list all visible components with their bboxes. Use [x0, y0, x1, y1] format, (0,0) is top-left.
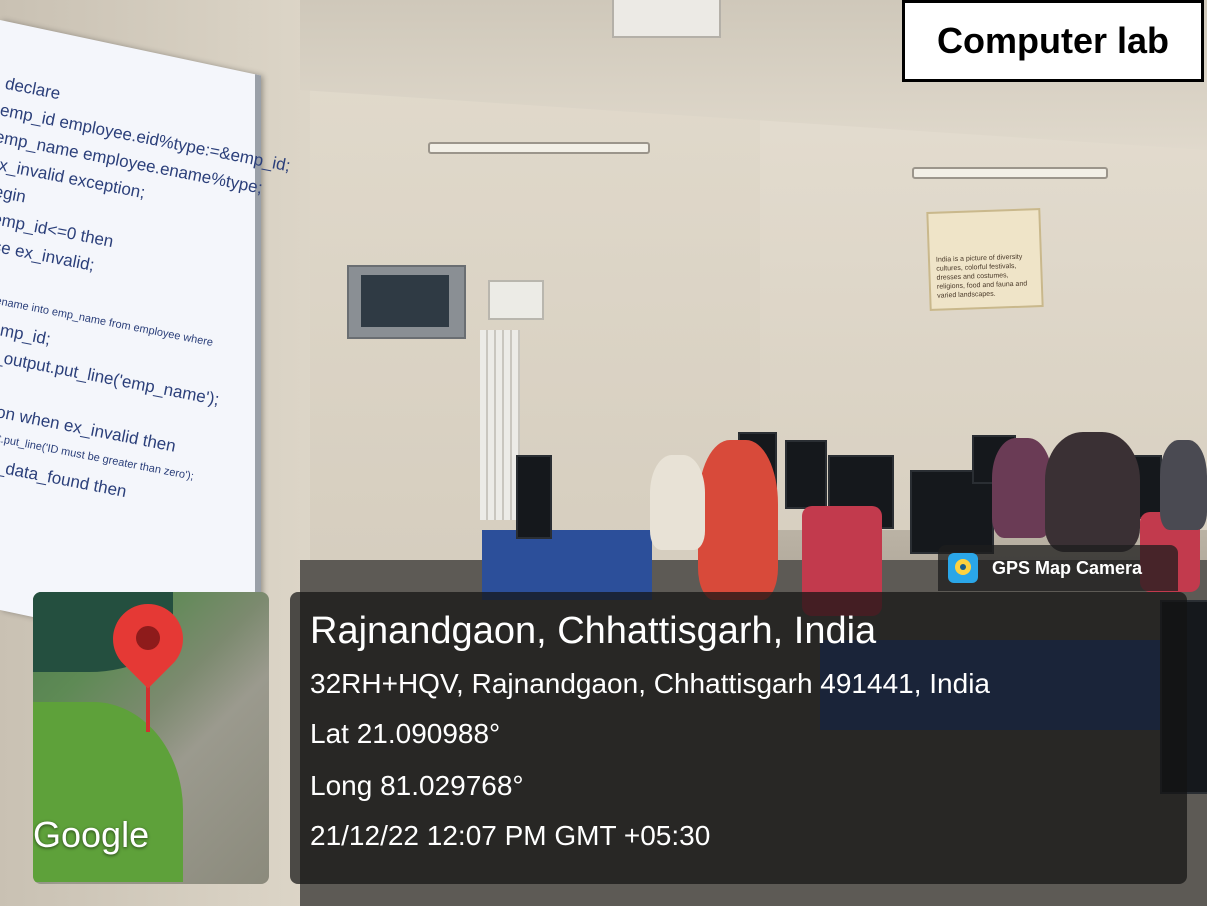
longitude: Long 81.029768° [310, 770, 524, 801]
timestamp: 21/12/22 12:07 PM GMT +05:30 [310, 820, 711, 851]
student [698, 440, 778, 600]
gps-app-name: GPS Map Camera [992, 557, 1143, 578]
place-name: Rajnandgaon, Chhattisgarh, India [310, 610, 877, 652]
gps-map-camera-icon [948, 553, 978, 583]
network-rack [347, 265, 466, 339]
student [650, 455, 705, 550]
student [1160, 440, 1207, 530]
map-thumbnail: Google [33, 592, 269, 884]
wall-poster: India is a picture of diversity cultures… [926, 208, 1044, 311]
location-label-text: Computer lab [936, 20, 1169, 61]
desk [482, 530, 652, 600]
gps-app-tag: GPS Map Camera [938, 545, 1178, 591]
student [1045, 432, 1140, 552]
tube-light [428, 142, 650, 154]
latitude: Lat 21.090988° [310, 718, 501, 749]
monitor [516, 455, 552, 539]
monitor [785, 440, 827, 509]
electrical-box [488, 280, 544, 320]
gps-info-panel: Rajnandgaon, Chhattisgarh, India 32RH+HQ… [290, 592, 1187, 884]
student [992, 438, 1052, 538]
map-pin-dot [136, 626, 160, 650]
address: 32RH+HQV, Rajnandgaon, Chhattisgarh 4914… [310, 668, 990, 699]
tube-light [912, 167, 1108, 179]
map-logo: Google [33, 814, 150, 855]
ceiling-projector [612, 0, 721, 38]
cable-conduits [480, 330, 520, 520]
photo-scene: India is a picture of diversity cultures… [0, 0, 1207, 906]
location-label: Computer lab [902, 0, 1204, 82]
poster-text: India is a picture of diversity cultures… [935, 253, 1028, 300]
